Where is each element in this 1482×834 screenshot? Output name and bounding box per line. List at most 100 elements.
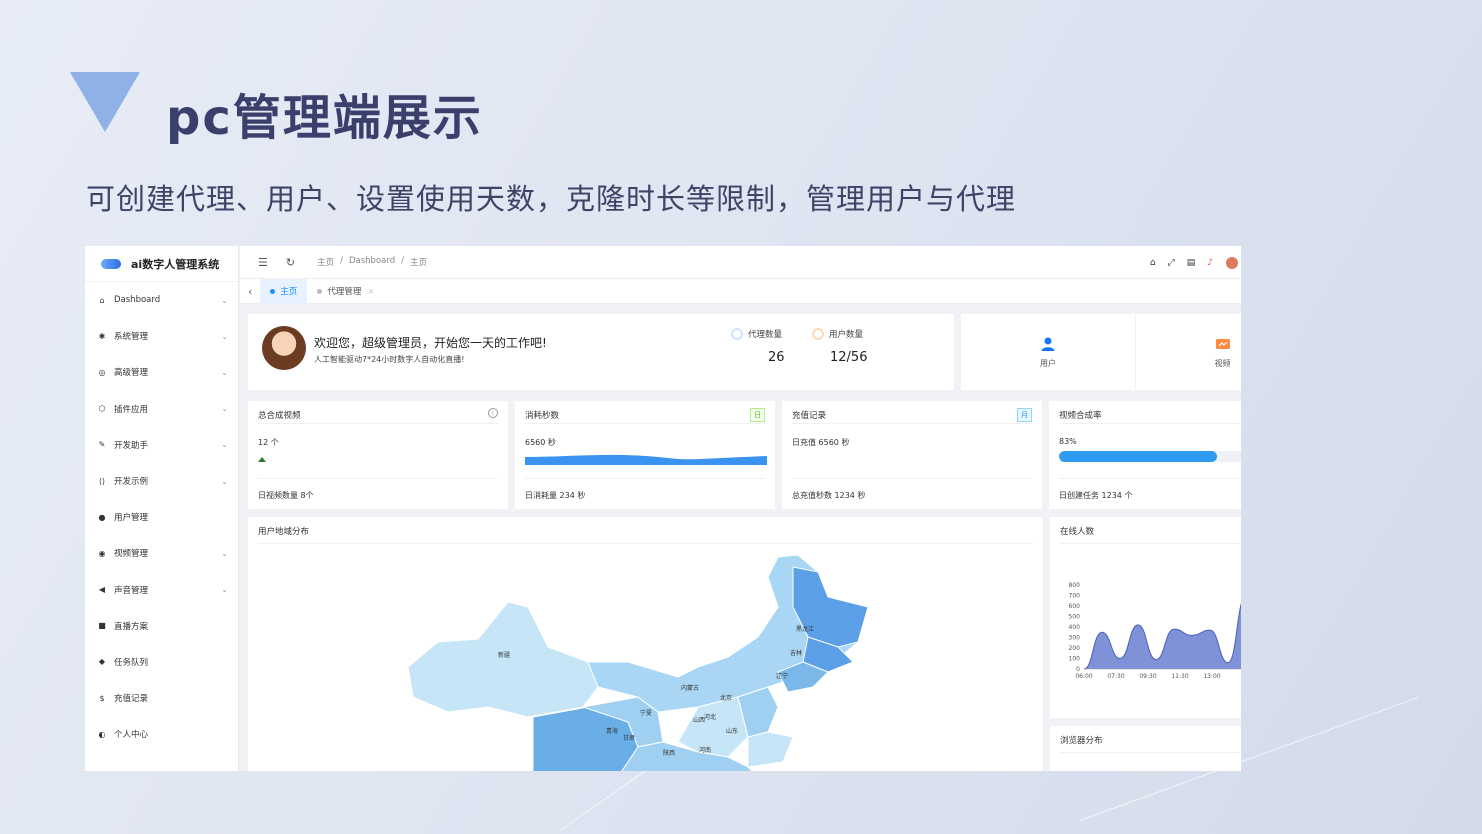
sidebar-menu: ⌂ Dashboard ⌄ ✱ 系统管理 ⌄ ◎ 高级管理 ⌄ ⬡ 插件应用 ⌄ ✎ 开发助手 ⌄ ⟨⟩ 开发示…	[85, 282, 238, 752]
breadcrumb: 主页 / Dashboard / 主页	[317, 256, 427, 268]
map-label: 甘肃	[623, 734, 635, 742]
chevron-down-icon: ⌄	[221, 585, 228, 595]
china-map[interactable]: 新疆 黑龙江 吉林 辽宁 内蒙古 北京 河北 山西 山东 宁夏 青海 甘肃 陕西…	[398, 547, 898, 771]
map-label: 河南	[699, 746, 711, 754]
divider	[792, 423, 1032, 424]
dollar-icon: $	[99, 693, 105, 703]
x-tick-label: 09:30	[1139, 673, 1156, 680]
online-users-card: 在线人数 0 100 200 300 400 500 600 700 800 06:00 07:30…	[1050, 517, 1241, 718]
browser-distribution-card: 浏览器分布	[1050, 726, 1241, 771]
sidebar-item-label: 开发助手	[114, 440, 149, 451]
sidebar-item[interactable]: ◀ 声音管理 ⌄	[85, 572, 238, 608]
sidebar-item-label: 高级管理	[114, 368, 149, 379]
y-tick-label: 200	[1069, 645, 1081, 652]
fullscreen-icon[interactable]: ⤢	[1168, 258, 1175, 268]
map-label: 宁夏	[640, 709, 652, 717]
breadcrumb-separator: /	[340, 256, 343, 266]
app-name: ai数字人管理系统	[131, 257, 220, 271]
video-slide-icon	[1215, 338, 1230, 349]
top-bar: ☰ ↻ 主页 / Dashboard / 主页 ⌂ ⤢ ▤ ♪	[240, 246, 1241, 279]
region-shandong-henan[interactable]	[747, 731, 794, 768]
x-tick-label: 13:00	[1203, 673, 1220, 680]
wrench-icon: ✎	[98, 440, 106, 450]
metric-value: 6560 秒	[525, 438, 556, 447]
tab-home[interactable]: 主页	[260, 278, 308, 304]
sidebar-item[interactable]: ■ 直播方案	[85, 608, 238, 644]
sidebar-item[interactable]: ◆ 任务队列	[85, 644, 238, 680]
close-icon[interactable]: ×	[367, 287, 374, 296]
x-tick-label: 06:00	[1075, 673, 1092, 680]
welcome-subtitle: 人工智能驱动7*24小时数字人自动化直播!	[314, 355, 465, 364]
compass-icon: ◎	[98, 367, 106, 377]
chevron-down-icon: ⌄	[221, 367, 228, 377]
y-tick-label: 100	[1069, 656, 1081, 663]
chevron-down-icon: ⌄	[221, 440, 228, 450]
menu-fold-icon[interactable]: ☰	[258, 256, 268, 269]
divider	[792, 478, 1032, 479]
shortcut-video[interactable]: 视频	[1135, 314, 1241, 390]
metric-title: 充值记录	[792, 411, 827, 421]
gear-icon: ✱	[98, 331, 106, 341]
shortcut-user[interactable]: 用户	[961, 314, 1135, 390]
app-screenshot: ai数字人管理系统 ⌂ Dashboard ⌄ ✱ 系统管理 ⌄ ◎ 高级管理 ⌄ ⬡ 插件应用 ⌄ ✎…	[85, 246, 1241, 771]
sidebar-item[interactable]: ◉ 视频管理 ⌄	[85, 535, 238, 571]
user-icon: ●	[98, 512, 106, 522]
map-label: 河北	[704, 713, 716, 721]
agent-count-label: 代理数量	[731, 328, 782, 340]
map-label: 内蒙古	[681, 684, 699, 692]
tab-label: 主页	[280, 287, 298, 297]
breadcrumb-item[interactable]: Dashboard	[349, 256, 395, 268]
info-icon[interactable]: i	[488, 408, 498, 418]
metric-value: 83%	[1059, 437, 1077, 446]
shortcut-label: 视频	[1214, 358, 1231, 368]
sidebar-item[interactable]: ⬡ 插件应用 ⌄	[85, 391, 238, 427]
sidebar-item-label: 系统管理	[114, 332, 149, 343]
sidebar-item[interactable]: ● 用户管理	[85, 499, 238, 535]
x-tick-label: 14	[1240, 673, 1241, 680]
divider	[1060, 752, 1240, 753]
y-tick-label: 300	[1069, 635, 1081, 642]
translate-icon[interactable]: ▤	[1187, 258, 1196, 268]
chevron-down-icon: ⌄	[221, 548, 228, 558]
tab-agent-management[interactable]: 代理管理 ×	[307, 279, 384, 304]
sidebar-item[interactable]: ◐ 个人中心	[85, 716, 238, 752]
home-icon[interactable]: ⌂	[1150, 258, 1156, 268]
chevron-down-icon: ⌄	[221, 331, 228, 341]
sidebar-item-label: Dashboard	[114, 295, 161, 306]
map-label: 北京	[720, 694, 732, 702]
metric-footer: 日视频数量 8个	[258, 491, 314, 500]
tag-icon: ◆	[98, 657, 106, 667]
usage-sparkline	[525, 454, 767, 465]
app-logo[interactable]: ai数字人管理系统	[85, 246, 238, 282]
metric-value: 日充值 6560 秒	[792, 438, 850, 447]
sidebar-item[interactable]: ⟨⟩ 开发示例 ⌄	[85, 463, 238, 499]
metric-card-success-rate: 视频合成率 83% 日创建任务 1234 个	[1049, 401, 1241, 509]
sidebar-item[interactable]: ◎ 高级管理 ⌄	[85, 354, 238, 390]
slide-subtitle: 可创建代理、用户、设置使用天数，克隆时长等限制，管理用户与代理	[86, 182, 1017, 216]
top-bar-actions: ⌂ ⤢ ▤ ♪	[1150, 246, 1241, 279]
avatar[interactable]	[1225, 255, 1239, 270]
region-xinjiang[interactable]	[407, 601, 599, 718]
welcome-title: 欢迎您，超级管理员，开始您一天的工作吧!	[314, 336, 547, 350]
chevron-left-icon[interactable]: ‹	[248, 285, 252, 298]
metric-footer: 日创建任务 1234 个	[1059, 491, 1133, 500]
sidebar-item[interactable]: $ 充值记录	[85, 680, 238, 716]
avatar	[262, 326, 306, 370]
sidebar-item[interactable]: ✎ 开发助手 ⌄	[85, 427, 238, 463]
sidebar-item[interactable]: ⌂ Dashboard ⌄	[85, 282, 238, 318]
breadcrumb-item[interactable]: 主页	[317, 256, 334, 268]
metric-card-total-videos: 总合成视频 i 12 个 日视频数量 8个	[248, 401, 508, 509]
sidebar-item[interactable]: ✱ 系统管理 ⌄	[85, 318, 238, 354]
title-triangle-icon	[70, 72, 140, 132]
metric-title: 总合成视频	[258, 411, 301, 421]
map-label: 山西	[693, 716, 705, 724]
bell-icon[interactable]: ♪	[1207, 258, 1213, 268]
map-label: 新疆	[498, 651, 510, 659]
x-tick-label: 07:30	[1107, 673, 1124, 680]
chevron-down-icon: ⌄	[221, 404, 228, 414]
breadcrumb-item[interactable]: 主页	[410, 256, 427, 268]
online-users-area	[1084, 604, 1241, 669]
video-camera-icon: ■	[98, 621, 106, 631]
shortcut-label: 用户	[1040, 358, 1056, 368]
refresh-icon[interactable]: ↻	[286, 256, 295, 269]
